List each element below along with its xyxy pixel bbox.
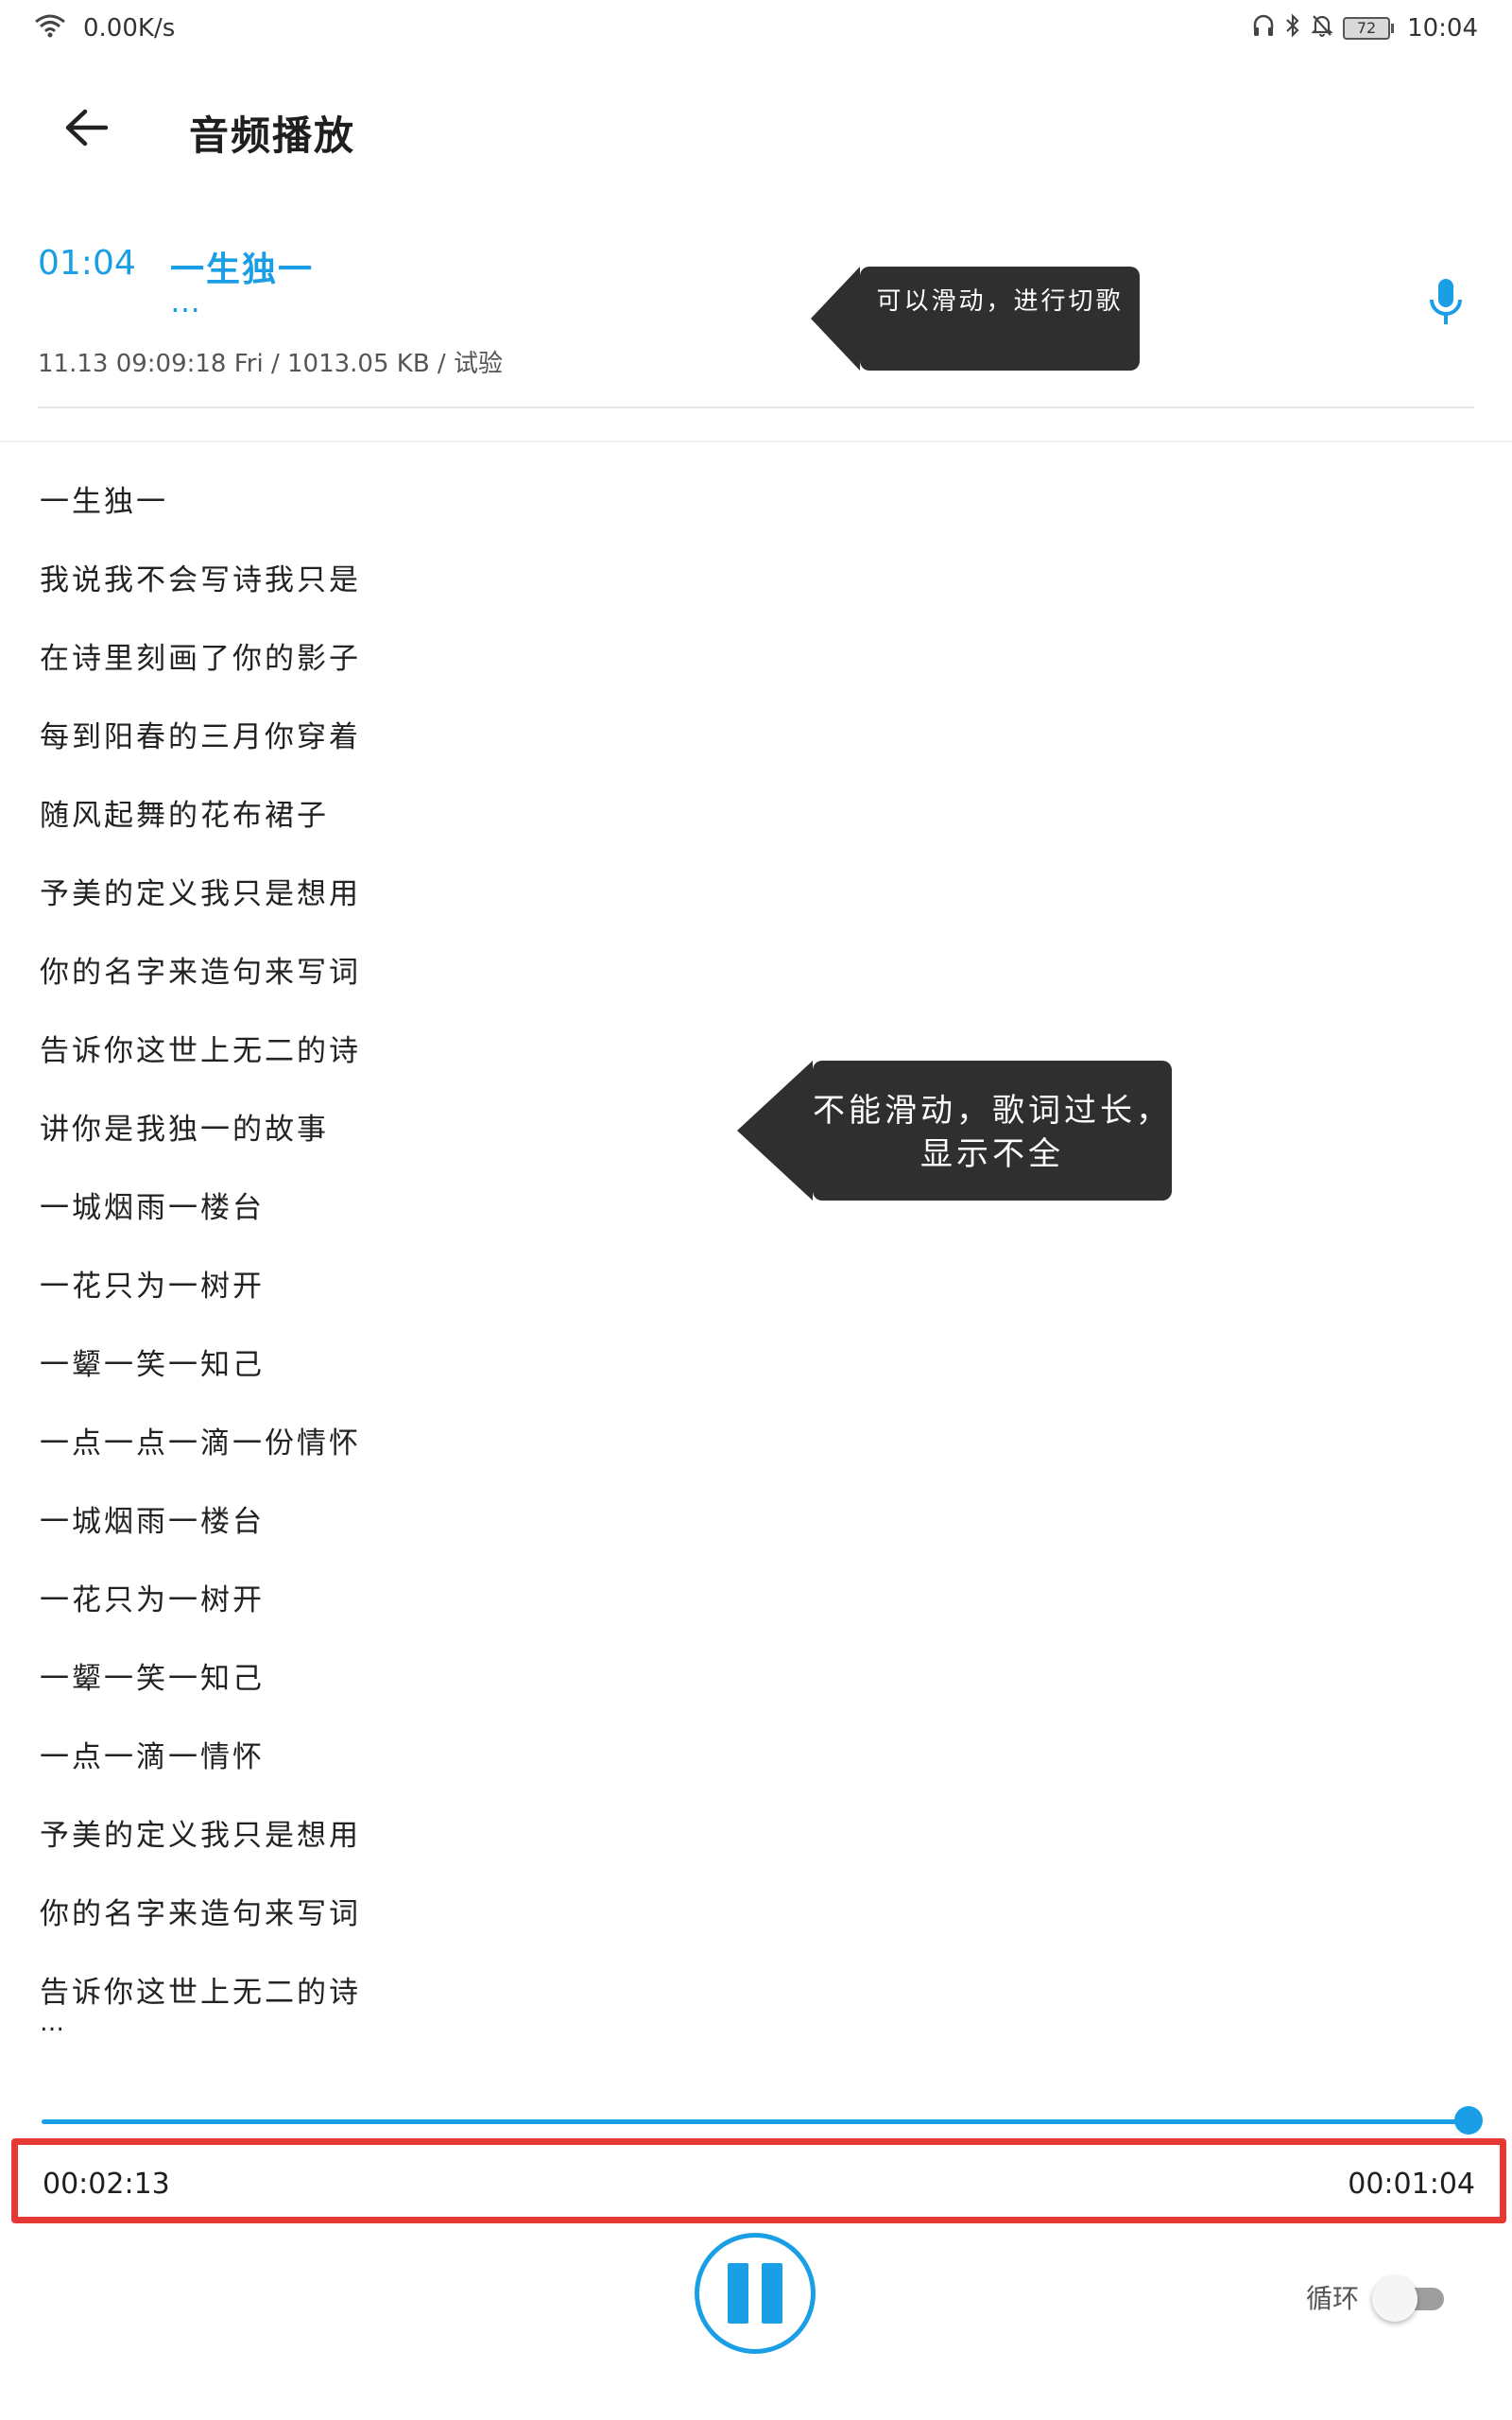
lyric-line: 一点一点一滴一份情怀 <box>40 1426 361 1461</box>
lyric-line: 一花只为一树开 <box>40 1583 265 1617</box>
lyric-line: 在诗里刻画了你的影子 <box>40 642 361 676</box>
lyric-line: 我说我不会写诗我只是 <box>40 563 361 597</box>
lyric-line: 告诉你这世上无二的诗 <box>40 1976 361 2010</box>
lyric-line: 你的名字来造句来写词 <box>40 956 361 990</box>
loop-toggle[interactable] <box>1372 2276 1448 2322</box>
lyric-line: 一城烟雨一楼台 <box>40 1191 265 1225</box>
lyric-line: 一城烟雨一楼台 <box>40 1505 265 1539</box>
wifi-icon <box>34 12 66 45</box>
lyric-line: 你的名字来造句来写词 <box>40 1897 361 1931</box>
title-bar: 音频播放 <box>0 85 1512 180</box>
track-header[interactable]: 01:04 一生独一 … 11.13 09:09:18 Fri / 1013.0… <box>38 236 1474 408</box>
arrow-left-icon <box>64 109 109 150</box>
progress-thumb[interactable] <box>1454 2106 1483 2135</box>
lyric-line: 一颦一笑一知己 <box>40 1348 265 1382</box>
lyrics-list[interactable]: 一生独一我说我不会写诗我只是 在诗里刻画了你的影子 每到阳春的三月你穿着 随风起舞的花… <box>40 477 701 2047</box>
microphone-button[interactable] <box>1418 272 1474 338</box>
lyric-line: 予美的定义我只是想用 <box>40 877 361 911</box>
lyrics-ellipsis: … <box>40 2009 67 2037</box>
bluetooth-icon <box>1284 12 1301 44</box>
lyric-line: 每到阳春的三月你穿着 <box>40 720 361 754</box>
lyric-line: 一花只为一树开 <box>40 1270 265 1304</box>
network-speed: 0.00K/s <box>83 14 176 43</box>
swipe-hint-callout: 可以滑动，进行切歌 <box>811 267 1140 371</box>
status-bar: 0.00K/s 72 10:04 <box>0 0 1512 59</box>
status-time: 10:04 <box>1407 14 1478 43</box>
track-time: 01:04 <box>38 244 136 283</box>
lyric-line: 一颦一笑一知己 <box>40 1662 265 1696</box>
status-left: 0.00K/s <box>34 9 175 47</box>
progress-slider[interactable] <box>42 2104 1483 2138</box>
headphones-icon <box>1252 13 1275 44</box>
lyric-line: 告诉你这世上无二的诗 <box>40 1034 361 1068</box>
lyrics-hint-callout: 不能滑动，歌词过长，显示不全 <box>737 1061 1172 1201</box>
lyric-line: 予美的定义我只是想用 <box>40 1819 361 1853</box>
pause-icon <box>721 2263 789 2324</box>
battery-icon: 72 <box>1343 17 1395 40</box>
loop-label: 循环 <box>1306 2283 1360 2314</box>
lyric-line: 一点一滴一情怀 <box>40 1740 265 1774</box>
track-meta: 11.13 09:09:18 Fri / 1013.05 KB / 试验 <box>38 350 503 378</box>
status-right: 72 10:04 <box>1252 9 1478 47</box>
current-time: 00:02:13 <box>43 2168 170 2201</box>
pause-button[interactable] <box>695 2233 816 2354</box>
total-time: 00:01:04 <box>1348 2168 1475 2201</box>
track-title-ellipsis: … <box>170 284 202 320</box>
lyric-line: 随风起舞的花布裙子 <box>40 799 329 833</box>
lyric-line: 一生独一 <box>40 485 168 519</box>
progress-fill <box>42 2119 1469 2124</box>
time-row-highlight: 00:02:13 00:01:04 <box>11 2138 1506 2223</box>
page-title: 音频播放 <box>189 112 356 159</box>
divider <box>0 441 1512 442</box>
back-button[interactable] <box>53 96 119 163</box>
toggle-thumb <box>1372 2276 1418 2322</box>
microphone-icon <box>1427 277 1465 334</box>
lyric-line: 讲你是我独一的故事 <box>40 1113 329 1147</box>
mute-bell-icon <box>1311 13 1333 44</box>
